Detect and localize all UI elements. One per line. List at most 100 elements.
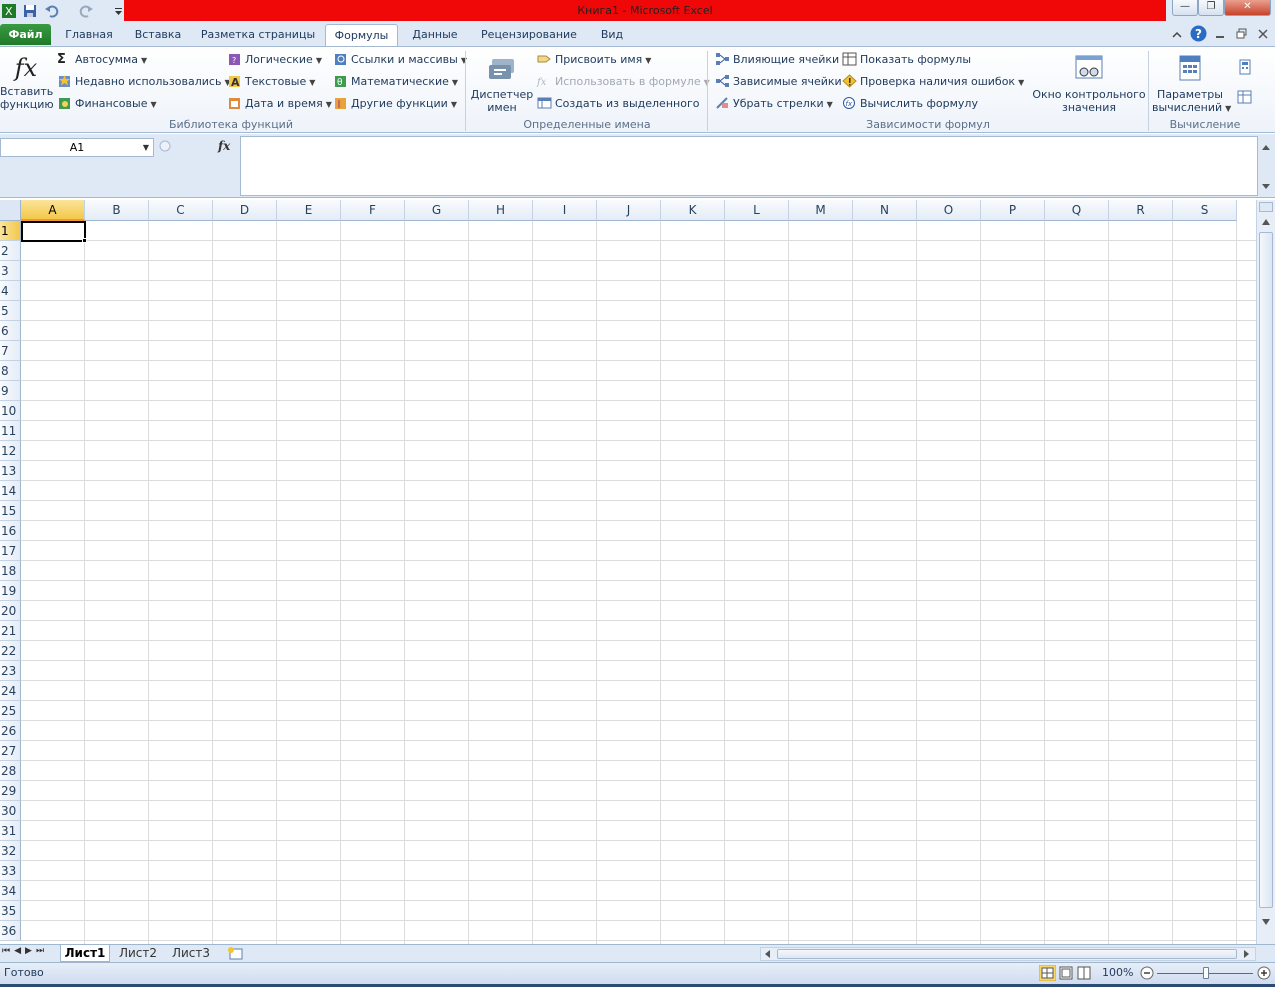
datetime-button[interactable]: Дата и время ▼ (227, 94, 332, 114)
financial-button[interactable]: Финансовые ▼ (57, 94, 157, 114)
tab-view[interactable]: Вид (591, 24, 633, 46)
math-button[interactable]: θ Математические ▼ (333, 72, 458, 92)
column-header-l[interactable]: L (725, 200, 789, 221)
tab-formulas[interactable]: Формулы (325, 24, 398, 46)
row-header-35[interactable]: 35 (0, 901, 21, 921)
close-button[interactable]: ✕ (1224, 0, 1271, 16)
row-header-11[interactable]: 11 (0, 421, 21, 441)
trace-precedents-button[interactable]: Влияющие ячейки (715, 50, 839, 70)
sheet-tab-3[interactable]: Лист3 (166, 945, 216, 962)
select-all-corner[interactable] (0, 200, 21, 221)
formula-input[interactable] (240, 136, 1258, 196)
row-header-15[interactable]: 15 (0, 501, 21, 521)
recently-used-button[interactable]: Недавно использовались ▼ (57, 72, 231, 92)
row-header-16[interactable]: 16 (0, 521, 21, 541)
row-header-27[interactable]: 27 (0, 741, 21, 761)
row-header-21[interactable]: 21 (0, 621, 21, 641)
row-header-25[interactable]: 25 (0, 701, 21, 721)
cell-grid[interactable] (21, 221, 1256, 944)
insert-sheet-icon[interactable] (226, 946, 244, 961)
column-header-h[interactable]: H (469, 200, 533, 221)
row-header-29[interactable]: 29 (0, 781, 21, 801)
use-in-formula-button[interactable]: fxИспользовать в формуле▼ (537, 72, 710, 92)
vertical-scroll-thumb[interactable] (1259, 232, 1273, 908)
row-header-31[interactable]: 31 (0, 821, 21, 841)
zoom-slider-thumb[interactable] (1203, 967, 1209, 979)
sheet-nav-arrows[interactable]: ⏮◀▶⏭ (2, 946, 48, 956)
restore-button[interactable]: ❐ (1198, 0, 1224, 16)
column-header-f[interactable]: F (341, 200, 405, 221)
row-header-23[interactable]: 23 (0, 661, 21, 681)
workbook-restore-icon[interactable] (1236, 28, 1248, 40)
row-header-3[interactable]: 3 (0, 261, 21, 281)
text-button[interactable]: A Текстовые ▼ (227, 72, 315, 92)
page-layout-view-icon[interactable] (1059, 966, 1073, 980)
row-header-5[interactable]: 5 (0, 301, 21, 321)
column-header-s[interactable]: S (1173, 200, 1237, 221)
column-header-a[interactable]: A (21, 200, 85, 221)
row-header-19[interactable]: 19 (0, 581, 21, 601)
row-header-32[interactable]: 32 (0, 841, 21, 861)
sheet-tab-2[interactable]: Лист2 (113, 945, 163, 962)
zoom-level[interactable]: 100% (1102, 963, 1133, 983)
minimize-button[interactable]: — (1172, 0, 1198, 16)
name-box[interactable]: A1 ▼ (0, 138, 154, 157)
tab-review[interactable]: Рецензирование (472, 24, 586, 46)
more-functions-button[interactable]: Другие функции ▼ (333, 94, 457, 114)
watch-window-button[interactable]: Окно контрольного значения (1030, 53, 1148, 114)
create-from-selection-button[interactable]: Создать из выделенного (537, 94, 699, 114)
logical-button[interactable]: ? Логические ▼ (227, 50, 322, 70)
row-header-30[interactable]: 30 (0, 801, 21, 821)
workbook-close-icon[interactable] (1257, 28, 1269, 40)
trace-dependents-button[interactable]: Зависимые ячейки (715, 72, 842, 92)
calculate-now-icon[interactable] (1237, 59, 1253, 75)
calculation-options-button[interactable]: Параметры вычислений ▼ (1152, 53, 1231, 115)
row-header-9[interactable]: 9 (0, 381, 21, 401)
normal-view-icon[interactable] (1039, 965, 1056, 981)
error-checking-button[interactable]: Проверка наличия ошибок ▼ (842, 72, 1024, 92)
column-header-q[interactable]: Q (1045, 200, 1109, 221)
row-header-36[interactable]: 36 (0, 921, 21, 941)
scroll-left-arrow-icon[interactable] (763, 949, 773, 959)
row-header-1[interactable]: 1 (0, 221, 21, 241)
remove-arrows-button[interactable]: Убрать стрелки ▼ (715, 94, 833, 114)
lookup-button[interactable]: Ссылки и массивы ▼ (333, 50, 467, 70)
column-header-j[interactable]: J (597, 200, 661, 221)
column-header-g[interactable]: G (405, 200, 469, 221)
autosum-button[interactable]: Σ Автосумма ▼ (57, 50, 147, 70)
horizontal-scroll-thumb[interactable] (777, 949, 1237, 959)
column-header-e[interactable]: E (277, 200, 341, 221)
zoom-out-icon[interactable] (1140, 966, 1154, 980)
fill-handle[interactable] (82, 238, 87, 243)
redo-icon[interactable] (78, 3, 94, 19)
tab-file[interactable]: Файл (0, 24, 51, 45)
row-header-7[interactable]: 7 (0, 341, 21, 361)
row-header-2[interactable]: 2 (0, 241, 21, 261)
page-break-view-icon[interactable] (1077, 966, 1091, 980)
scroll-up-arrow-icon[interactable] (1260, 216, 1272, 228)
row-header-12[interactable]: 12 (0, 441, 21, 461)
row-header-6[interactable]: 6 (0, 321, 21, 341)
tab-data[interactable]: Данные (403, 24, 467, 46)
row-header-8[interactable]: 8 (0, 361, 21, 381)
column-header-k[interactable]: K (661, 200, 725, 221)
insert-function-button[interactable]: fx Вставить функцию (0, 51, 54, 111)
row-header-20[interactable]: 20 (0, 601, 21, 621)
row-header-14[interactable]: 14 (0, 481, 21, 501)
row-header-17[interactable]: 17 (0, 541, 21, 561)
row-header-22[interactable]: 22 (0, 641, 21, 661)
formula-scroll-up-icon[interactable] (1260, 142, 1272, 152)
row-header-18[interactable]: 18 (0, 561, 21, 581)
help-icon[interactable]: ? (1190, 25, 1207, 42)
row-header-33[interactable]: 33 (0, 861, 21, 881)
column-header-m[interactable]: M (789, 200, 853, 221)
column-header-d[interactable]: D (213, 200, 277, 221)
sheet-tab-1[interactable]: Лист1 (60, 945, 110, 962)
tab-home[interactable]: Главная (57, 24, 121, 46)
row-header-26[interactable]: 26 (0, 721, 21, 741)
tab-insert[interactable]: Вставка (126, 24, 190, 46)
workbook-minimize-icon[interactable] (1214, 28, 1226, 40)
row-header-24[interactable]: 24 (0, 681, 21, 701)
scroll-down-arrow-icon[interactable] (1260, 916, 1272, 928)
column-header-p[interactable]: P (981, 200, 1045, 221)
